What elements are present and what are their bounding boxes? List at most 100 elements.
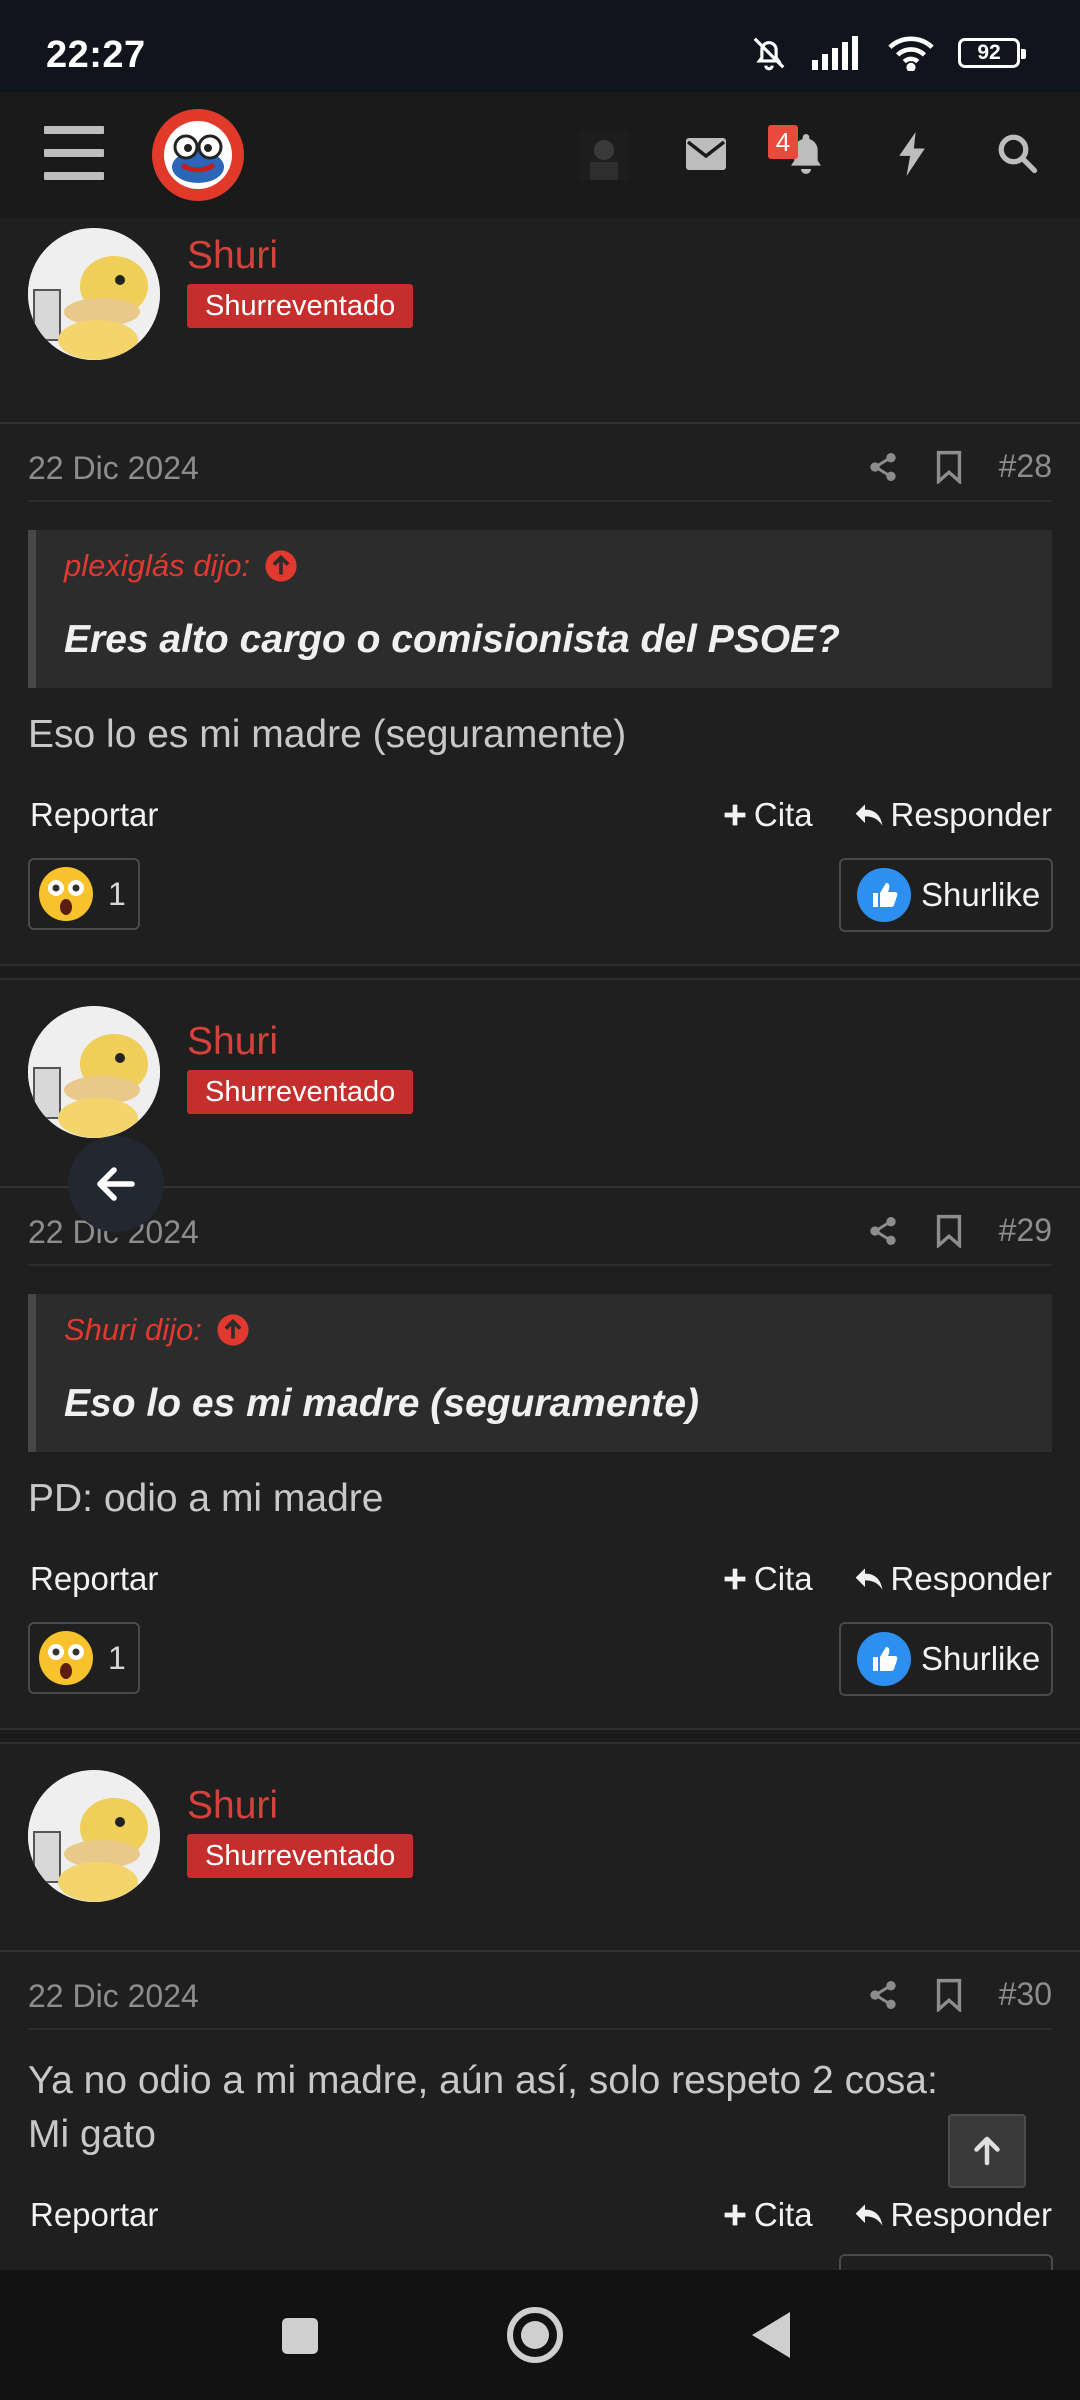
notification-badge: 4 — [768, 125, 798, 159]
home-icon[interactable] — [506, 2306, 564, 2364]
reaction-summary[interactable]: 1 — [28, 858, 140, 930]
plus-icon — [724, 2204, 746, 2226]
thumbs-up-icon — [857, 1632, 911, 1686]
quote-button[interactable]: Cita — [722, 1560, 813, 1598]
username[interactable]: Shuri — [187, 1784, 278, 1828]
quote-button-label: Cita — [753, 1560, 813, 1597]
astonished-emoji-icon — [39, 1631, 93, 1685]
quote-author-label: plexiglás dijo: — [64, 548, 251, 583]
back-nav-icon[interactable] — [750, 2310, 792, 2360]
scroll-to-top-button[interactable] — [948, 2114, 1026, 2188]
bookmark-icon[interactable] — [935, 1978, 963, 2012]
reaction-count: 1 — [108, 1639, 126, 1676]
avatar[interactable] — [28, 1770, 160, 1902]
plus-icon — [724, 804, 746, 826]
post-number[interactable]: #30 — [999, 1976, 1052, 2013]
post-actions: Reportar Cita Responder — [30, 2190, 1052, 2240]
like-label: Shurlike — [921, 1640, 1041, 1677]
site-logo[interactable] — [152, 109, 244, 201]
quote-author[interactable]: Shuri dijo: — [64, 1312, 250, 1348]
quote-block: plexiglás dijo: Eres alto cargo o comisi… — [28, 530, 1052, 688]
avatar[interactable] — [28, 1006, 160, 1138]
reaction-summary[interactable]: 1 — [28, 1622, 140, 1694]
post-date[interactable]: 22 Dic 2024 — [28, 450, 199, 487]
astonished-emoji-icon — [39, 867, 93, 921]
report-link[interactable]: Reportar — [30, 2196, 158, 2234]
reply-button-label: Responder — [890, 1560, 1052, 1597]
user-title-badge: Shurreventado — [187, 284, 414, 328]
divider — [28, 1264, 1052, 1266]
arrow-left-icon — [97, 1167, 135, 1201]
bolt-icon[interactable] — [896, 132, 928, 176]
quote-author[interactable]: plexiglás dijo: — [64, 548, 298, 584]
divider — [28, 500, 1052, 502]
post-body: PD: odio a mi madre — [28, 1477, 384, 1520]
reply-button[interactable]: Responder — [853, 1560, 1052, 1598]
post-body-line: Ya no odio a mi madre, aún así, solo res… — [28, 2059, 938, 2102]
bookmark-icon[interactable] — [935, 450, 963, 484]
like-button[interactable]: Shurlike — [839, 858, 1053, 932]
user-title-badge: Shurreventado — [187, 1834, 414, 1878]
username[interactable]: Shuri — [187, 1020, 278, 1064]
envelope-icon[interactable] — [684, 136, 728, 172]
hamburger-icon[interactable] — [44, 126, 104, 180]
share-icon[interactable] — [867, 1978, 899, 2012]
avatar[interactable] — [28, 228, 160, 360]
post: Shuri Shurreventado 22 Dic 2024 #28 plex… — [0, 218, 1080, 978]
arrow-up-circle-icon[interactable] — [264, 549, 298, 583]
divider — [0, 422, 1080, 424]
like-label: Shurlike — [921, 876, 1041, 913]
quote-author-label: Shuri dijo: — [64, 1312, 202, 1347]
search-icon[interactable] — [996, 132, 1038, 174]
username[interactable]: Shuri — [187, 234, 278, 278]
post-tools: #29 — [867, 1212, 1052, 1249]
share-icon[interactable] — [867, 1214, 899, 1248]
signal-icon — [812, 36, 858, 70]
quote-button[interactable]: Cita — [722, 2196, 813, 2234]
reply-icon — [855, 804, 882, 826]
divider — [0, 1950, 1080, 1952]
post-number[interactable]: #28 — [999, 448, 1052, 485]
post-header: Shuri Shurreventado — [0, 218, 1080, 398]
post-body-line: Mi gato — [28, 2113, 156, 2156]
recents-icon[interactable] — [280, 2316, 320, 2356]
status-bar: 22:27 92 — [0, 0, 1080, 92]
quote-button-label: Cita — [753, 796, 813, 833]
post-number[interactable]: #29 — [999, 1212, 1052, 1249]
arrow-up-icon — [974, 2136, 1000, 2166]
like-button[interactable]: Shurlike — [839, 1622, 1053, 1696]
reply-button-label: Responder — [890, 2196, 1052, 2233]
bookmark-icon[interactable] — [935, 1214, 963, 1248]
post-body: Ya no odio a mi madre, aún así, solo res… — [28, 2054, 1052, 2162]
post-body: Eso lo es mi madre (seguramente) — [28, 713, 627, 756]
system-navigation-bar — [0, 2270, 1080, 2400]
bell-muted-icon — [753, 37, 785, 71]
plus-icon — [724, 1568, 746, 1590]
post-separator — [0, 964, 1080, 980]
wifi-icon — [888, 36, 934, 71]
divider — [28, 2028, 1052, 2030]
reply-button[interactable]: Responder — [853, 2196, 1052, 2234]
battery-indicator: 92 — [958, 38, 1026, 68]
quote-button[interactable]: Cita — [722, 796, 813, 834]
post-date[interactable]: 22 Dic 2024 — [28, 1978, 199, 2015]
post-meta: 22 Dic 2024 #30 — [28, 1968, 1052, 2028]
user-avatar[interactable] — [580, 132, 628, 180]
post: Shuri Shurreventado 22 Dic 2024 #30 Ya n… — [0, 1746, 1080, 2270]
report-link[interactable]: Reportar — [30, 796, 158, 834]
top-navigation: 4 — [0, 92, 1080, 218]
thumbs-up-icon — [857, 868, 911, 922]
back-button[interactable] — [68, 1136, 164, 1232]
status-icons: 92 — [750, 34, 1026, 72]
reply-icon — [855, 1568, 882, 1590]
quote-text: Eres alto cargo o comisionista del PSOE? — [64, 618, 840, 661]
like-button[interactable] — [839, 2254, 1053, 2270]
post-header: Shuri Shurreventado — [0, 982, 1080, 1162]
report-link[interactable]: Reportar — [30, 1560, 158, 1598]
post-separator — [0, 1728, 1080, 1744]
reply-button[interactable]: Responder — [853, 796, 1052, 834]
quote-block: Shuri dijo: Eso lo es mi madre (segurame… — [28, 1294, 1052, 1452]
share-icon[interactable] — [867, 450, 899, 484]
arrow-up-circle-icon[interactable] — [216, 1313, 250, 1347]
status-time: 22:27 — [46, 34, 146, 76]
